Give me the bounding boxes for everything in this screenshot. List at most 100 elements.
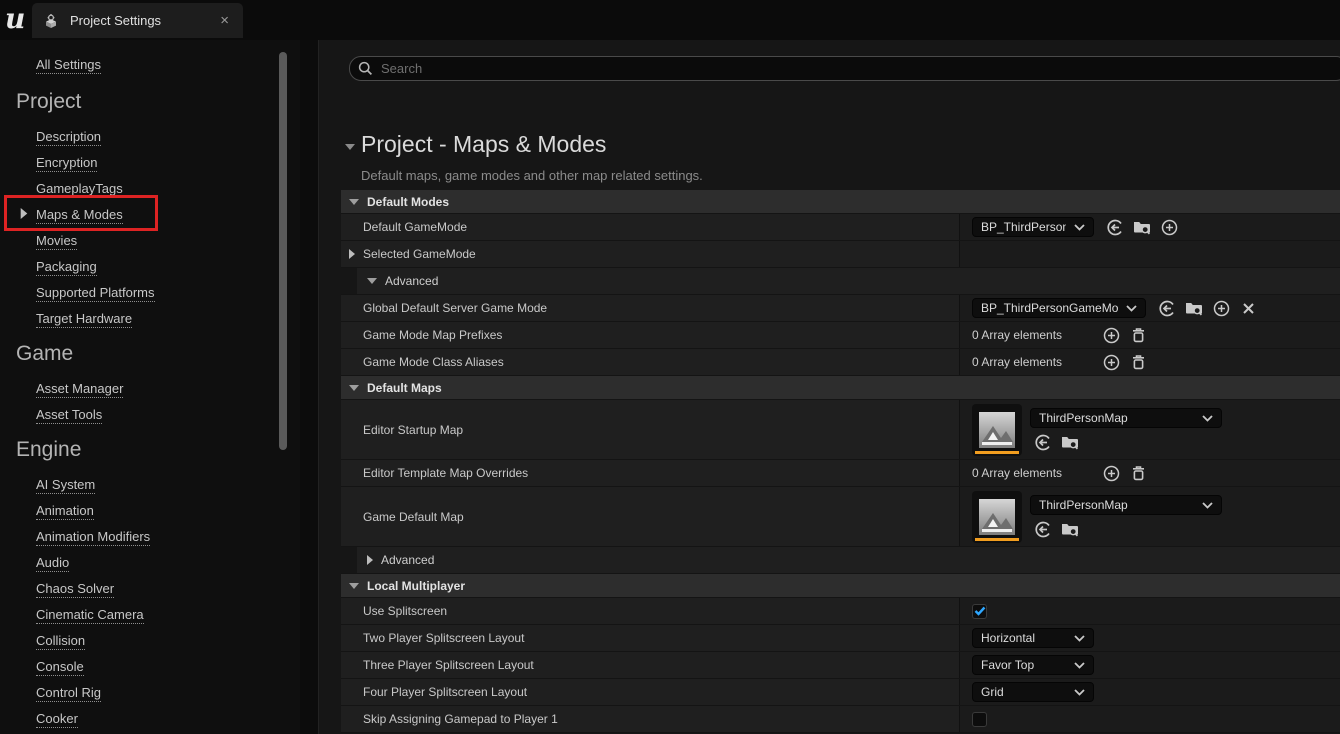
use-selected-asset-icon[interactable] xyxy=(1158,299,1176,317)
chevron-down-icon xyxy=(1074,224,1085,231)
browse-to-asset-icon[interactable] xyxy=(1061,520,1079,538)
chevron-down-icon xyxy=(1202,415,1213,422)
title-bar: u Project Settings × xyxy=(0,0,1340,40)
settings-detail-panel: Project - Maps & Modes Default maps, gam… xyxy=(318,40,1340,734)
chevron-down-icon xyxy=(1074,635,1085,642)
chevron-down-icon xyxy=(1074,689,1085,696)
advanced-toggle[interactable]: Advanced xyxy=(357,268,1340,294)
sidebar-item-asset-tools[interactable]: Asset Tools xyxy=(36,406,123,432)
triangle-down-icon xyxy=(349,199,359,205)
sidebar-item-animation-modifiers[interactable]: Animation Modifiers xyxy=(36,528,150,554)
triangle-right-icon xyxy=(367,555,373,565)
row-game-default-map: Game Default Map ThirdPersonMap xyxy=(341,487,1340,547)
sidebar-item-encryption[interactable]: Encryption xyxy=(36,154,155,180)
editor-startup-map-dropdown[interactable]: ThirdPersonMap xyxy=(1030,408,1222,428)
section-header-local-multiplayer[interactable]: Local Multiplayer xyxy=(341,574,1340,598)
triangle-down-icon xyxy=(349,385,359,391)
row-selected-gamemode: Selected GameMode xyxy=(341,241,1340,268)
add-array-element-icon[interactable] xyxy=(1102,353,1120,371)
sidebar-item-control-rig[interactable]: Control Rig xyxy=(36,684,150,710)
sidebar-section-engine: Engine xyxy=(16,438,81,462)
row-four-player-splitscreen-layout: Four Player Splitscreen Layout Grid xyxy=(341,679,1340,706)
svg-text:u: u xyxy=(5,2,25,35)
search-input[interactable] xyxy=(381,61,681,76)
unreal-engine-logo: u xyxy=(4,2,34,36)
row-editor-startup-map: Editor Startup Map ThirdPersonMap xyxy=(341,400,1340,460)
all-settings-link[interactable]: All Settings xyxy=(36,57,101,74)
sidebar-item-description[interactable]: Description xyxy=(36,128,155,154)
sidebar-item-maps-and-modes[interactable]: Maps & Modes xyxy=(36,206,155,232)
sidebar-item-ai-system[interactable]: AI System xyxy=(36,476,150,502)
sidebar-section-game: Game xyxy=(16,342,73,366)
selected-item-arrow-icon xyxy=(20,208,28,219)
sidebar-item-chaos-solver[interactable]: Chaos Solver xyxy=(36,580,150,606)
use-selected-asset-icon[interactable] xyxy=(1106,218,1124,236)
row-editor-template-map-overrides: Editor Template Map Overrides 0 Array el… xyxy=(341,460,1340,487)
browse-to-asset-icon[interactable] xyxy=(1185,299,1203,317)
asset-type-color-bar xyxy=(975,451,1019,454)
sidebar-item-animation[interactable]: Animation xyxy=(36,502,150,528)
search-bar[interactable] xyxy=(349,56,1340,81)
use-splitscreen-checkbox[interactable] xyxy=(972,604,987,619)
global-server-gamemode-dropdown[interactable]: BP_ThirdPersonGameMode xyxy=(972,298,1146,318)
trash-icon[interactable] xyxy=(1129,464,1147,482)
sidebar-item-cooker[interactable]: Cooker xyxy=(36,710,150,734)
advanced-toggle[interactable]: Advanced xyxy=(357,547,1340,573)
project-settings-icon xyxy=(42,13,60,29)
tab-project-settings[interactable]: Project Settings × xyxy=(32,3,243,38)
sidebar-item-target-hardware[interactable]: Target Hardware xyxy=(36,310,155,336)
triangle-down-icon xyxy=(367,278,377,284)
advanced-group-default-modes: Advanced xyxy=(341,268,1340,295)
browse-to-asset-icon[interactable] xyxy=(1061,433,1079,451)
sidebar-item-collision[interactable]: Collision xyxy=(36,632,150,658)
settings-table: Default Modes Default GameMode BP_ThirdP… xyxy=(341,190,1340,733)
asset-type-color-bar xyxy=(975,538,1019,541)
two-player-layout-dropdown[interactable]: Horizontal xyxy=(972,628,1094,648)
advanced-group-default-maps: Advanced xyxy=(341,547,1340,574)
map-thumbnail[interactable] xyxy=(972,404,1022,456)
row-skip-assigning-gamepad: Skip Assigning Gamepad to Player 1 xyxy=(341,706,1340,733)
expand-arrow-icon[interactable] xyxy=(349,249,355,259)
row-global-default-server-game-mode: Global Default Server Game Mode BP_Third… xyxy=(341,295,1340,322)
sidebar-section-project: Project xyxy=(16,90,81,114)
skip-gamepad-checkbox[interactable] xyxy=(972,712,987,727)
row-default-gamemode: Default GameMode BP_ThirdPersonGa xyxy=(341,214,1340,241)
four-player-layout-dropdown[interactable]: Grid xyxy=(972,682,1094,702)
use-selected-asset-icon[interactable] xyxy=(1034,520,1052,538)
add-array-element-icon[interactable] xyxy=(1102,326,1120,344)
sidebar-item-asset-manager[interactable]: Asset Manager xyxy=(36,380,123,406)
add-array-element-icon[interactable] xyxy=(1102,464,1120,482)
row-three-player-splitscreen-layout: Three Player Splitscreen Layout Favor To… xyxy=(341,652,1340,679)
use-selected-asset-icon[interactable] xyxy=(1034,433,1052,451)
sidebar-item-cinematic-camera[interactable]: Cinematic Camera xyxy=(36,606,150,632)
add-new-asset-icon[interactable] xyxy=(1212,299,1230,317)
tab-title: Project Settings xyxy=(70,13,216,28)
clear-icon[interactable] xyxy=(1239,299,1257,317)
default-gamemode-dropdown[interactable]: BP_ThirdPersonGa xyxy=(972,217,1094,237)
sidebar-item-gameplaytags[interactable]: GameplayTags xyxy=(36,180,155,206)
sidebar-scrollbar[interactable] xyxy=(279,52,287,450)
browse-to-asset-icon[interactable] xyxy=(1133,218,1151,236)
sidebar-item-console[interactable]: Console xyxy=(36,658,150,684)
page-title: Project - Maps & Modes xyxy=(361,131,606,158)
sidebar-item-packaging[interactable]: Packaging xyxy=(36,258,155,284)
tab-close-icon[interactable]: × xyxy=(216,12,233,29)
chevron-down-icon xyxy=(1202,502,1213,509)
section-header-default-modes[interactable]: Default Modes xyxy=(341,190,1340,214)
sidebar-item-audio[interactable]: Audio xyxy=(36,554,150,580)
game-default-map-dropdown[interactable]: ThirdPersonMap xyxy=(1030,495,1222,515)
trash-icon[interactable] xyxy=(1129,326,1147,344)
sidebar-item-supported-platforms[interactable]: Supported Platforms xyxy=(36,284,155,310)
section-header-default-maps[interactable]: Default Maps xyxy=(341,376,1340,400)
trash-icon[interactable] xyxy=(1129,353,1147,371)
section-collapse-icon[interactable] xyxy=(345,144,355,150)
add-new-asset-icon[interactable] xyxy=(1160,218,1178,236)
row-two-player-splitscreen-layout: Two Player Splitscreen Layout Horizontal xyxy=(341,625,1340,652)
chevron-down-icon xyxy=(1126,305,1137,312)
map-thumbnail[interactable] xyxy=(972,491,1022,543)
triangle-down-icon xyxy=(349,583,359,589)
three-player-layout-dropdown[interactable]: Favor Top xyxy=(972,655,1094,675)
row-game-mode-class-aliases: Game Mode Class Aliases 0 Array elements xyxy=(341,349,1340,376)
page-subtitle: Default maps, game modes and other map r… xyxy=(361,168,703,183)
sidebar-item-movies[interactable]: Movies xyxy=(36,232,155,258)
